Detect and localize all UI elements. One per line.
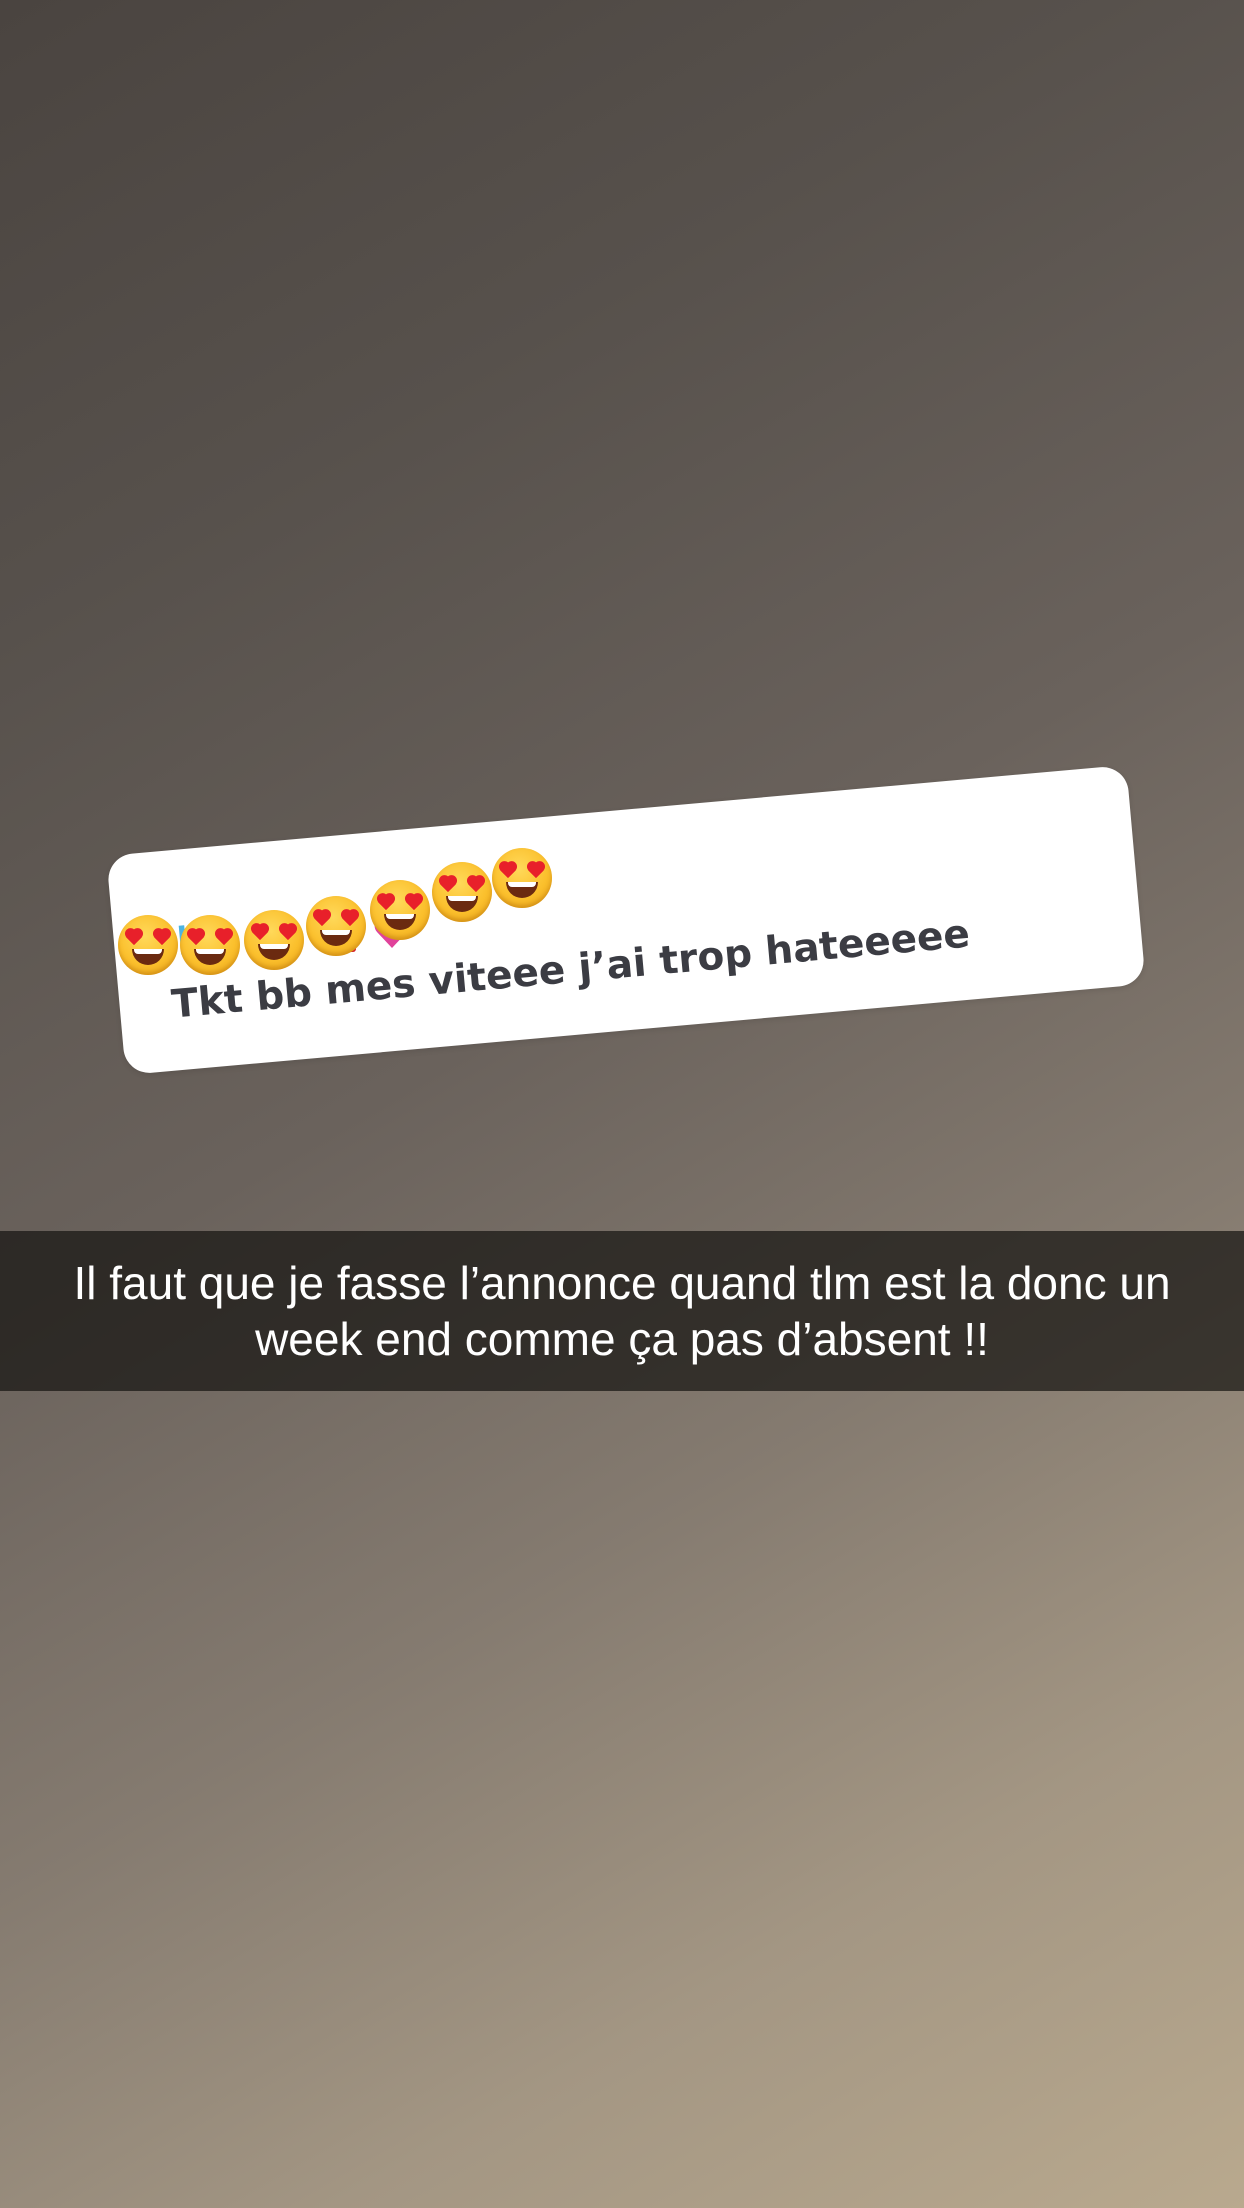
caption-bar[interactable]: Il faut que je fasse l’annonce quand tlm…	[0, 1231, 1244, 1391]
heart-eyes-emoji-icon	[244, 910, 304, 970]
heart-eyes-emoji-icon	[180, 915, 240, 975]
heart-eyes-emoji-icon	[306, 896, 366, 956]
caption-text: Il faut que je fasse l’annonce quand tlm…	[73, 1257, 1171, 1365]
story-canvas[interactable]: Nella Tkt bb mes viteee j’ai trop hateee…	[0, 0, 1244, 2208]
heart-eyes-emoji-icon	[432, 862, 492, 922]
heart-eyes-emoji-icon	[370, 880, 430, 940]
heart-eyes-emoji-icon	[118, 915, 178, 975]
heart-eyes-emoji-icon	[492, 848, 552, 908]
